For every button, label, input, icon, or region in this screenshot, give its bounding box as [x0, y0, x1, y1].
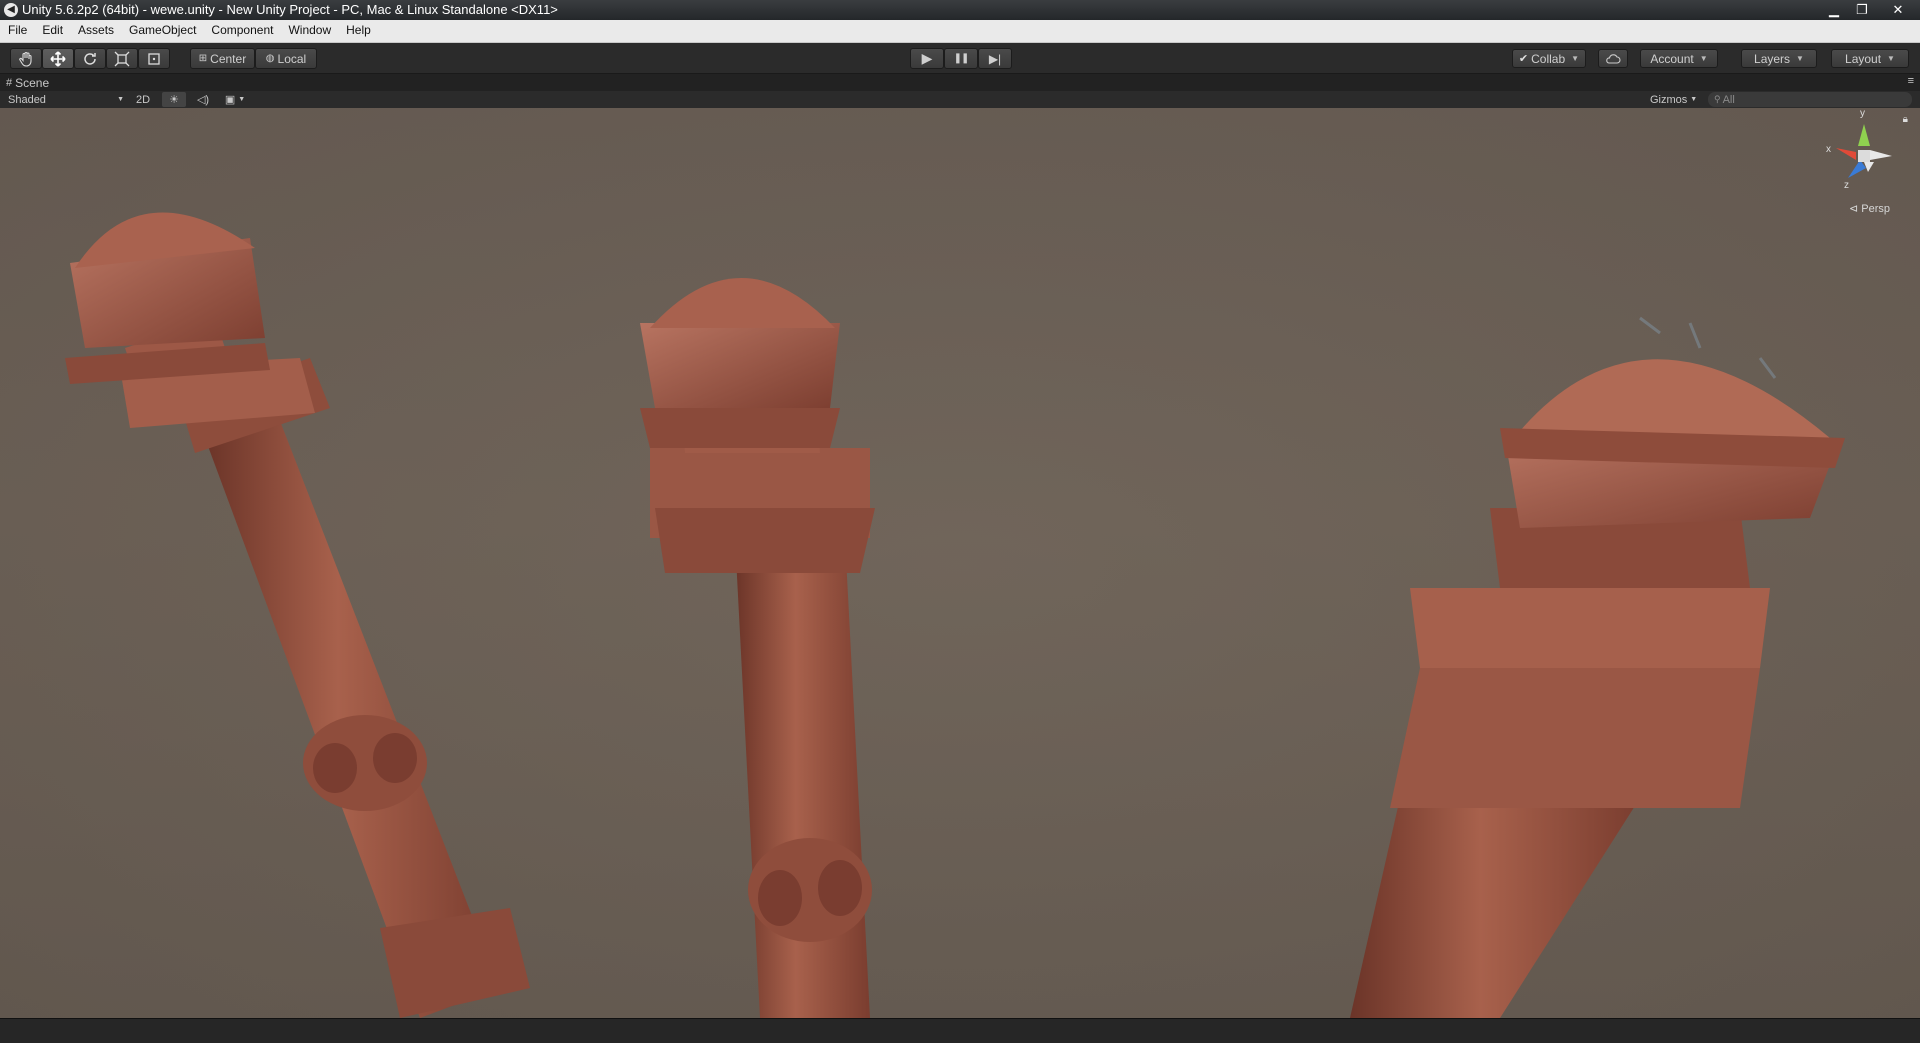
title-bar: ◀ Unity 5.6.2p2 (64bit) - wewe.unity - N…: [0, 0, 1920, 20]
rect-tool-button[interactable]: [138, 48, 170, 69]
collab-dropdown[interactable]: ✔ Collab ▼: [1512, 49, 1586, 68]
lock-icon[interactable]: 🔒︎: [1903, 114, 1908, 125]
panel-menu-icon[interactable]: ≡: [1908, 75, 1914, 87]
gizmos-label: Gizmos: [1650, 93, 1688, 106]
scene-effects-dropdown[interactable]: ▣ ▼: [220, 92, 250, 107]
scene-tab-label: Scene: [15, 76, 50, 90]
main-toolbar: ⊞ Center ◍ Local ▶ ❚❚ ▶| ✔ Collab ▼ Acco…: [0, 43, 1920, 74]
minimize-button[interactable]: ▁: [1820, 0, 1848, 20]
status-bar: [0, 1018, 1920, 1043]
scale-tool-button[interactable]: [106, 48, 138, 69]
collab-chevron-down-icon: ▼: [1571, 54, 1580, 63]
axis-gizmo-icon: [1836, 124, 1892, 178]
gizmo-x-label: x: [1826, 144, 1831, 155]
scene-tab-header: # Scene ≡: [0, 74, 1920, 91]
scene-render: [0, 108, 1920, 1018]
cloud-button[interactable]: [1598, 49, 1628, 68]
scene-lighting-toggle[interactable]: ☀: [162, 92, 186, 107]
gizmos-chevron-down-icon: ▼: [1690, 96, 1698, 103]
hand-icon: [19, 51, 32, 67]
sun-icon: ☀: [169, 94, 179, 106]
projection-label: Persp: [1861, 203, 1890, 215]
hand-tool-button[interactable]: [10, 48, 42, 69]
play-icon: ▶: [921, 50, 933, 66]
layers-chevron-down-icon: ▼: [1796, 54, 1804, 63]
effects-chevron-down-icon: ▼: [238, 96, 246, 103]
pause-button[interactable]: ❚❚: [944, 48, 978, 69]
rotate-icon: [84, 52, 96, 65]
account-dropdown[interactable]: Account ▼: [1640, 49, 1718, 68]
rect-transform-icon: [148, 52, 160, 65]
menu-edit[interactable]: Edit: [34, 20, 70, 42]
menu-window[interactable]: Window: [280, 20, 338, 42]
menu-file[interactable]: File: [0, 20, 34, 42]
pivot-local-label: Local: [277, 51, 307, 66]
globe-icon: ◍: [265, 53, 275, 64]
close-button[interactable]: ✕: [1876, 0, 1920, 20]
image-effects-icon: ▣: [224, 94, 236, 106]
scene-grid-icon: #: [6, 77, 13, 89]
step-button[interactable]: ▶|: [978, 48, 1012, 69]
speaker-icon: ◁): [196, 94, 210, 106]
cloud-icon: [1606, 53, 1621, 64]
checkmark-icon: ✔: [1518, 53, 1529, 65]
draw-mode-dropdown[interactable]: Shaded ▼: [8, 92, 126, 107]
mode-2d-label: 2D: [135, 93, 151, 106]
scene-search-field[interactable]: ⚲ All: [1708, 92, 1912, 107]
scene-viewport[interactable]: y x z 🔒︎ ⊲ Persp: [0, 108, 1920, 1018]
gizmo-z-label: z: [1844, 180, 1849, 191]
gizmo-y-label: y: [1860, 108, 1865, 119]
orientation-gizmo[interactable]: y x z 🔒︎: [1824, 108, 1908, 204]
unity-logo-icon: ◀: [4, 3, 18, 17]
menu-component[interactable]: Component: [203, 20, 280, 42]
layout-chevron-down-icon: ▼: [1887, 54, 1895, 63]
scene-control-bar: Shaded ▼ 2D ☀ ◁) ▣ ▼ Gizmos ▼ ⚲ All: [0, 91, 1920, 109]
mode-2d-toggle[interactable]: 2D: [130, 92, 156, 107]
menu-gameobject[interactable]: GameObject: [121, 20, 203, 42]
pivot-center-toggle[interactable]: ⊞ Center: [190, 48, 255, 69]
collab-label: Collab: [1531, 51, 1566, 66]
scene-audio-toggle[interactable]: ◁): [192, 92, 214, 107]
scale-icon: [114, 51, 130, 66]
account-chevron-down-icon: ▼: [1699, 54, 1708, 63]
window-title: Unity 5.6.2p2 (64bit) - wewe.unity - New…: [22, 2, 558, 17]
pivot-icon: ⊞: [198, 53, 208, 64]
account-label: Account: [1650, 51, 1694, 66]
rotate-tool-button[interactable]: [74, 48, 106, 69]
menu-assets[interactable]: Assets: [70, 20, 121, 42]
search-placeholder: All: [1722, 93, 1735, 106]
maximize-button[interactable]: ❐: [1848, 0, 1876, 20]
pivot-local-toggle[interactable]: ◍ Local: [255, 48, 317, 69]
scene-tab[interactable]: # Scene: [6, 76, 49, 90]
search-icon: ⚲: [1714, 94, 1721, 104]
menu-bar: File Edit Assets GameObject Component Wi…: [0, 20, 1920, 43]
persp-icon: ⊲: [1848, 203, 1859, 215]
move-arrows-icon: [50, 50, 66, 67]
layers-label: Layers: [1754, 51, 1791, 66]
draw-mode-chevron-down-icon: ▼: [117, 96, 124, 103]
play-button[interactable]: ▶: [910, 48, 944, 69]
layout-dropdown[interactable]: Layout ▼: [1831, 49, 1909, 68]
projection-toggle[interactable]: ⊲ Persp: [1849, 202, 1890, 215]
pause-icon: ❚❚: [953, 53, 970, 64]
move-tool-button[interactable]: [42, 48, 74, 69]
layout-label: Layout: [1845, 51, 1882, 66]
step-icon: ▶|: [988, 51, 1002, 66]
window-controls: ▁ ❐ ✕: [1820, 0, 1920, 20]
layers-dropdown[interactable]: Layers ▼: [1741, 49, 1817, 68]
pivot-center-label: Center: [210, 51, 247, 66]
draw-mode-label: Shaded: [8, 93, 46, 106]
gizmos-dropdown[interactable]: Gizmos ▼: [1650, 92, 1698, 107]
menu-help[interactable]: Help: [338, 20, 378, 42]
